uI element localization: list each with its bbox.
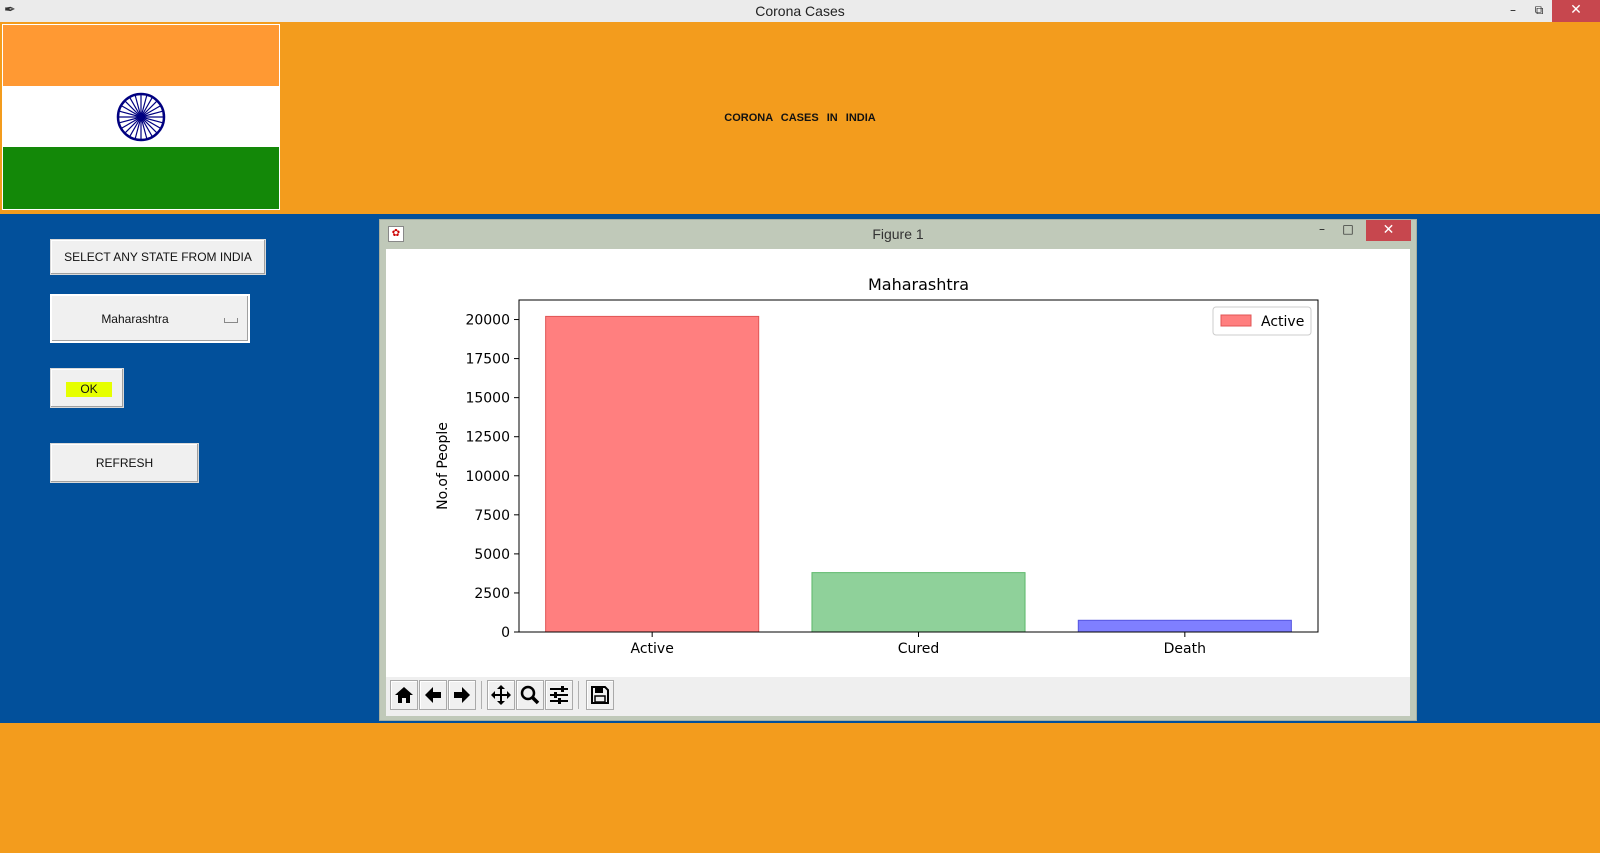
toolbar-separator (578, 681, 579, 709)
dropdown-indicator-icon (224, 318, 238, 323)
state-dropdown[interactable]: Maharashtra (50, 294, 250, 343)
legend-swatch-active (1220, 314, 1252, 327)
pan-button[interactable] (487, 680, 515, 710)
pan-icon (491, 685, 511, 705)
window-title: Corona Cases (755, 3, 845, 19)
restore-button[interactable]: ⧉ (1526, 0, 1552, 22)
zoom-icon (520, 685, 540, 705)
x-tick-label: Active (631, 641, 674, 657)
forward-button[interactable] (448, 680, 476, 710)
save-button[interactable] (586, 680, 614, 710)
toolbar-separator (481, 681, 482, 709)
configure-subplots-icon (550, 686, 568, 704)
y-tick-label: 17500 (465, 352, 510, 368)
figure-canvas: Maharashtra Active Cured Death 0 2500 5000 7500… (386, 249, 1410, 716)
bar-chart: Maharashtra Active Cured Death 0 2500 5000 7500… (435, 275, 1319, 657)
figure-maximize-button[interactable]: □ (1336, 222, 1360, 244)
y-tick-label: 15000 (465, 391, 510, 407)
header-title: CORONA CASES IN INDIA (724, 112, 876, 124)
y-tick-label: 5000 (474, 547, 510, 563)
figure-minimize-button[interactable]: – (1310, 222, 1334, 244)
ok-button[interactable]: OK (50, 368, 124, 408)
bar-cured (811, 572, 1026, 633)
zoom-button[interactable] (516, 680, 544, 710)
legend-label-active: Active (1261, 314, 1304, 330)
back-arrow-icon (425, 687, 441, 703)
footer-band (0, 723, 1600, 853)
y-tick-label: 10000 (465, 469, 510, 485)
back-button[interactable] (419, 680, 447, 710)
forward-arrow-icon (454, 687, 470, 703)
figure-window: ✿ Figure 1 – □ ✕ Maharashtra Active Cured D… (379, 219, 1417, 721)
ok-button-label: OK (66, 382, 112, 397)
flag-saffron-stripe (3, 25, 279, 86)
save-icon (591, 686, 609, 704)
refresh-button[interactable]: REFRESH (50, 443, 199, 483)
bar-active (545, 315, 760, 633)
figure-close-button[interactable]: ✕ (1366, 220, 1411, 241)
chart-title: Maharashtra (868, 275, 969, 294)
y-tick-label: 20000 (465, 313, 510, 329)
home-button[interactable] (390, 680, 418, 710)
y-tick-label: 7500 (474, 508, 510, 524)
figure-titlebar[interactable]: ✿ Figure 1 – □ ✕ (380, 220, 1416, 248)
flag-green-stripe (3, 147, 279, 209)
home-icon (395, 687, 413, 703)
navigation-toolbar (386, 677, 1410, 716)
y-tick-label: 2500 (474, 586, 510, 602)
header-banner: CORONA CASES IN INDIA (0, 22, 1600, 214)
y-tick-label: 12500 (465, 430, 510, 446)
x-tick-label: Death (1164, 641, 1206, 657)
figure-title: Figure 1 (872, 226, 924, 242)
bar-death (1077, 619, 1292, 633)
y-axis-label: No.of People (435, 422, 451, 510)
window-titlebar: ✒ Corona Cases – ⧉ ✕ (0, 0, 1600, 22)
y-tick-label: 0 (501, 625, 510, 641)
select-state-label: SELECT ANY STATE FROM INDIA (50, 239, 266, 275)
selected-state-text: Maharashtra (101, 312, 169, 326)
x-tick-label: Cured (898, 641, 940, 657)
minimize-button[interactable]: – (1500, 0, 1526, 22)
close-button[interactable]: ✕ (1552, 0, 1600, 22)
configure-subplots-button[interactable] (545, 680, 573, 710)
